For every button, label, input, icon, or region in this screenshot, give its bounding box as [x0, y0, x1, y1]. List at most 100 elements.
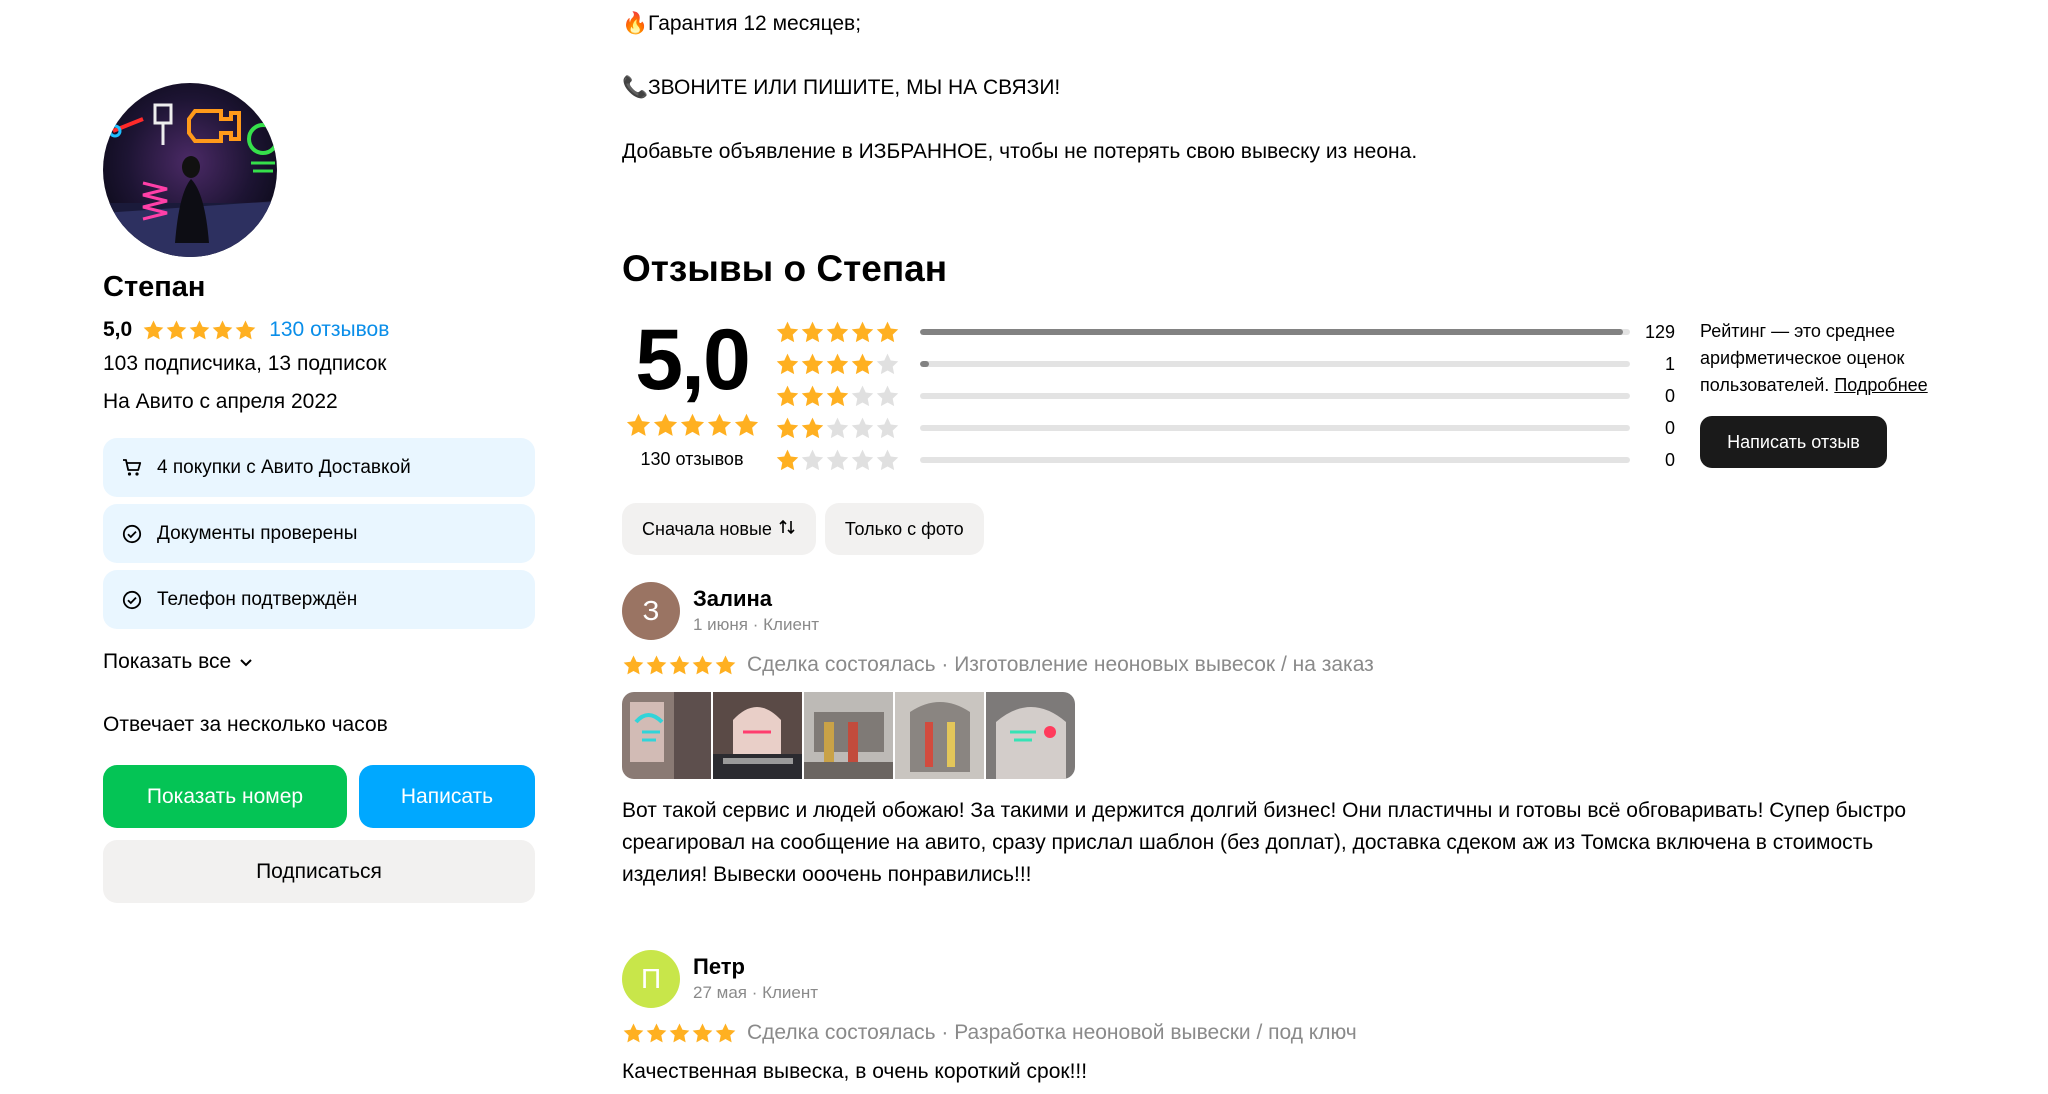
review-meta: 27 мая · Клиент — [693, 983, 819, 1002]
show-phone-button[interactable]: Показать номер — [103, 765, 347, 828]
row-stars — [775, 352, 910, 377]
distribution-row: 1 — [775, 348, 1675, 380]
star-icon — [776, 449, 799, 470]
review-deal: Сделка состоялась · Изготовление неоновы… — [747, 653, 1374, 676]
star-icon — [212, 319, 233, 339]
description-line: 🔥Гарантия 12 месяцев; — [622, 12, 862, 35]
sort-newest-button[interactable]: Сначала новые — [622, 503, 816, 555]
bar-fill — [920, 329, 1623, 335]
star-icon — [851, 449, 874, 470]
star-icon — [626, 413, 650, 436]
star-icon — [826, 321, 849, 342]
review-item: З Залина 1 июня · Клиент Сделка состояла… — [622, 582, 1942, 891]
reviews-stars — [622, 412, 762, 439]
seller-avatar[interactable] — [103, 83, 277, 257]
distribution-bar — [920, 393, 1630, 399]
star-icon — [851, 321, 874, 342]
star-icon — [876, 321, 899, 342]
description-line: 📞ЗВОНИТЕ ИЛИ ПИШИТЕ, МЫ НА СВЯЗИ! — [622, 76, 1061, 99]
star-icon — [851, 417, 874, 438]
show-all-label: Показать все — [103, 650, 232, 673]
distribution-count: 0 — [1664, 385, 1675, 406]
distribution-row: 0 — [775, 380, 1675, 412]
star-icon — [166, 319, 187, 339]
star-icon — [776, 321, 799, 342]
star-icon — [669, 654, 690, 674]
badge-label: 4 покупки с Авито Доставкой — [157, 456, 411, 478]
distribution-row: 0 — [775, 444, 1675, 476]
star-icon — [692, 1022, 713, 1042]
subscribe-button[interactable]: Подписаться — [103, 840, 535, 903]
distribution-count: 0 — [1664, 417, 1675, 438]
star-icon — [692, 654, 713, 674]
star-icon — [876, 385, 899, 406]
row-stars — [775, 384, 910, 409]
distribution-bar — [920, 425, 1630, 431]
seller-stars — [142, 319, 257, 342]
seller-reviews-link[interactable]: 130 отзывов — [269, 318, 389, 342]
phone-icon: 📞 — [622, 76, 649, 99]
review-photo[interactable] — [895, 692, 984, 779]
review-item: П Петр 27 мая · Клиент Сделка состоялась… — [622, 950, 1942, 1088]
reviewer-avatar[interactable]: П — [622, 950, 680, 1008]
star-icon — [851, 353, 874, 374]
reviewer-name[interactable]: Петр — [693, 953, 818, 981]
reviews-count: 130 отзывов — [640, 449, 744, 469]
check-circle-icon — [121, 589, 143, 611]
reviews-summary: 5,0 130 отзывов — [622, 310, 762, 470]
fire-icon: 🔥 — [622, 12, 649, 35]
star-icon — [776, 417, 799, 438]
star-icon — [680, 413, 704, 436]
star-icon — [623, 654, 644, 674]
star-icon — [715, 1022, 736, 1042]
star-icon — [646, 654, 667, 674]
review-meta: 1 июня · Клиент — [693, 615, 820, 634]
seller-since: На Авито с апреля 2022 — [103, 390, 338, 413]
review-photo[interactable] — [804, 692, 893, 779]
review-text: Качественная вывеска, в очень короткий с… — [622, 1060, 1088, 1083]
star-icon — [707, 413, 731, 436]
star-icon — [801, 449, 824, 470]
distribution-bar — [920, 361, 1630, 367]
distribution-row: 0 — [775, 412, 1675, 444]
star-icon — [826, 449, 849, 470]
distribution-count: 129 — [1644, 321, 1675, 342]
write-message-button[interactable]: Написать — [359, 765, 535, 828]
star-icon — [646, 1022, 667, 1042]
badge-delivery: 4 покупки с Авито Доставкой — [103, 438, 535, 497]
seller-name: Степан — [103, 271, 206, 303]
distribution-row: 129 — [775, 316, 1675, 348]
rating-distribution: 129 1 0 0 0 — [775, 316, 1675, 476]
distribution-bar — [920, 329, 1630, 335]
show-all-button[interactable]: Показать все — [103, 647, 535, 677]
badge-phone: Телефон подтверждён — [103, 570, 535, 629]
review-photo[interactable] — [713, 692, 802, 779]
star-icon — [801, 417, 824, 438]
review-photo[interactable] — [986, 692, 1075, 779]
distribution-bar — [920, 457, 1630, 463]
seller-card: Степан 5,0 130 отзывов 103 подписчика, 1… — [103, 83, 535, 903]
star-icon — [776, 353, 799, 374]
review-photo[interactable] — [622, 692, 711, 779]
star-icon — [801, 353, 824, 374]
reviews-title: Отзывы о Степан — [622, 248, 948, 289]
distribution-count: 0 — [1664, 449, 1675, 470]
seller-badges: 4 покупки с Авито Доставкой Документы пр… — [103, 438, 535, 629]
star-icon — [826, 417, 849, 438]
star-icon — [826, 353, 849, 374]
star-icon — [876, 449, 899, 470]
review-deal: Сделка состоялась · Разработка неоновой … — [747, 1021, 1357, 1044]
review-stars — [622, 1022, 737, 1045]
star-icon — [734, 413, 758, 436]
star-icon — [235, 319, 256, 339]
star-icon — [826, 385, 849, 406]
seller-subscribers[interactable]: 103 подписчика, 13 подписок — [103, 345, 535, 383]
photo-only-filter[interactable]: Только с фото — [824, 503, 984, 555]
badge-documents: Документы проверены — [103, 504, 535, 563]
write-review-button[interactable]: Написать отзыв — [1700, 416, 1887, 468]
rating-note-more-link[interactable]: Подробнее — [1834, 375, 1927, 395]
reviewer-avatar[interactable]: З — [622, 582, 680, 640]
reviewer-name[interactable]: Залина — [693, 585, 819, 613]
review-text: Вот такой сервис и людей обожаю! За таки… — [622, 799, 1907, 886]
description-line: Добавьте объявление в ИЗБРАННОЕ, чтобы н… — [622, 140, 1418, 163]
